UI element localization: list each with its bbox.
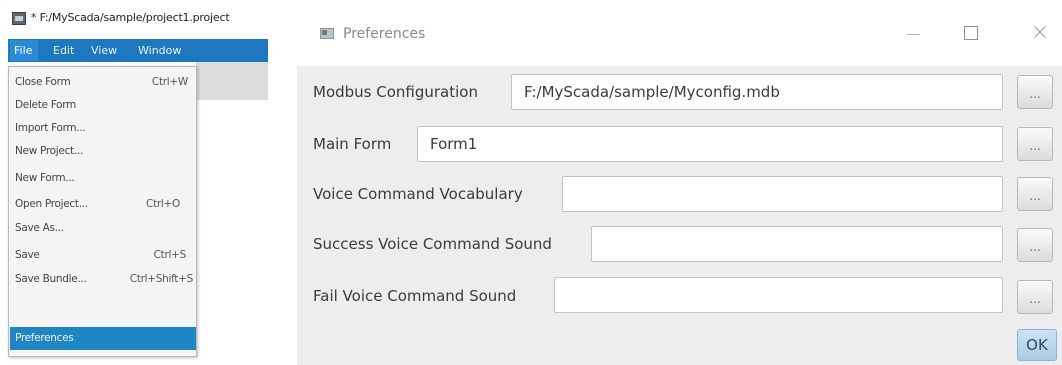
file-menu-dropdown: Close Form Ctrl+W Delete Form Import For… [8,66,197,357]
menu-edit[interactable]: Edit [53,44,74,57]
success-sound-browse-button[interactable]: ... [1017,228,1053,262]
menu-item-save[interactable]: Save Ctrl+S [10,244,196,267]
success-sound-label: Success Voice Command Sound [313,235,552,253]
menu-item-open-project[interactable]: Open Project... Ctrl+O [10,193,196,216]
maximize-button[interactable] [957,20,987,48]
dialog-titlebar: Preferences × [297,0,1062,66]
menu-item-close-form[interactable]: Close Form Ctrl+W [10,71,196,94]
modbus-config-browse-button[interactable]: ... [1017,75,1053,109]
menu-item-shortcut: Ctrl+W [151,76,188,88]
ok-button[interactable]: OK [1017,329,1057,361]
voice-vocabulary-browse-button[interactable]: ... [1017,177,1053,211]
voice-vocabulary-label: Voice Command Vocabulary [313,185,523,203]
modbus-config-label: Modbus Configuration [313,83,478,101]
close-button[interactable]: × [1025,20,1055,48]
menu-item-label: Save Bundle... [15,273,87,285]
menu-item-save-as[interactable]: Save As... [10,217,196,240]
menu-item-label: Preferences [15,332,74,344]
ide-titlebar: * F:/MyScada/sample/project1.project [0,0,268,36]
menu-window[interactable]: Window [138,44,181,57]
app-icon [12,12,26,25]
browse-label: ... [1029,240,1041,254]
menu-item-label: Open Project... [15,198,88,210]
menu-item-delete-form[interactable]: Delete Form [10,94,196,117]
menu-item-shortcut: Ctrl+S [153,249,187,261]
menu-item-save-bundle[interactable]: Save Bundle... Ctrl+Shift+S [10,268,196,291]
menu-file-label: File [14,44,33,57]
menu-item-label: Delete Form [15,99,76,111]
menu-item-label: Save As... [15,222,64,234]
menu-item-shortcut: Ctrl+O [146,198,180,210]
preferences-dialog: Preferences × Modbus Configuration F:/My… [297,0,1062,365]
main-form-field[interactable]: Form1 [417,126,1003,162]
menu-view[interactable]: View [91,44,117,57]
browse-label: ... [1029,87,1041,101]
fail-sound-browse-button[interactable]: ... [1017,280,1053,314]
menu-item-label: New Form... [15,172,75,184]
menu-item-label: Save [15,249,40,261]
window-icon [320,28,334,39]
browse-label: ... [1029,139,1041,153]
modbus-config-field[interactable]: F:/MyScada/sample/Myconfig.mdb [511,74,1003,110]
menu-item-shortcut: Ctrl+Shift+S [129,273,194,285]
dialog-title: Preferences [343,26,426,42]
menu-item-new-project[interactable]: New Project... [10,140,196,163]
ide-window: * F:/MyScada/sample/project1.project Fil… [0,0,268,365]
workspace-area [196,62,268,100]
menu-item-label: Close Form [15,76,71,88]
minimize-button[interactable] [899,20,929,48]
menu-item-label: Import Form... [15,122,86,134]
fail-sound-field[interactable] [554,277,1003,313]
success-sound-field[interactable] [591,226,1003,262]
fail-sound-label: Fail Voice Command Sound [313,287,517,305]
menu-item-import-form[interactable]: Import Form... [10,117,196,140]
main-form-browse-button[interactable]: ... [1017,127,1053,161]
menu-item-label: New Project... [15,145,83,157]
menu-file[interactable]: File [10,40,38,61]
main-form-label: Main Form [313,135,392,153]
browse-label: ... [1029,292,1041,306]
browse-label: ... [1029,189,1041,203]
voice-vocabulary-field[interactable] [562,176,1003,212]
menu-item-new-form[interactable]: New Form... [10,167,196,190]
menu-item-preferences[interactable]: Preferences [10,327,196,350]
ide-title: * F:/MyScada/sample/project1.project [31,11,230,24]
